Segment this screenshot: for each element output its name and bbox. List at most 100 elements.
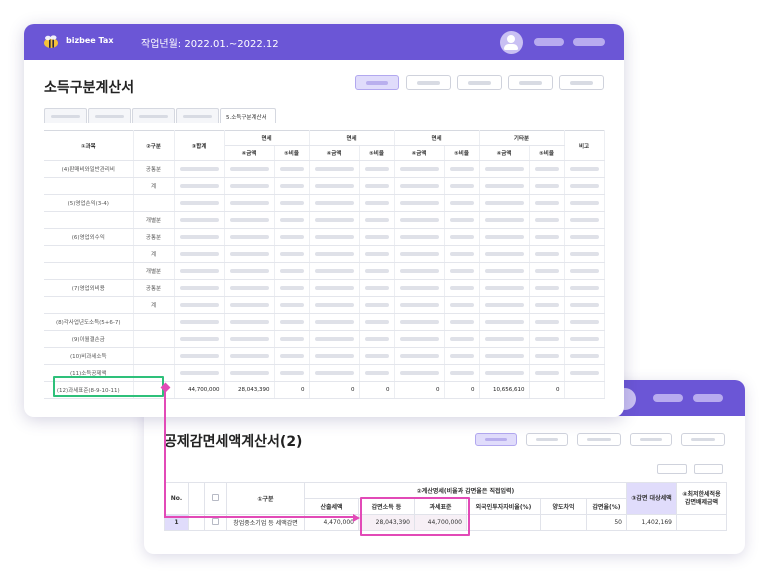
- value-cell[interactable]: [224, 262, 275, 280]
- value-cell[interactable]: [394, 296, 445, 314]
- value-cell[interactable]: [529, 313, 565, 331]
- value-cell[interactable]: [274, 347, 310, 365]
- value-cell[interactable]: [274, 228, 310, 246]
- value-cell[interactable]: [479, 228, 530, 246]
- value-cell[interactable]: [174, 160, 225, 178]
- value-cell[interactable]: [309, 262, 360, 280]
- value-cell[interactable]: [224, 313, 275, 331]
- value-cell[interactable]: [564, 245, 605, 263]
- value-cell[interactable]: [224, 347, 275, 365]
- value-cell[interactable]: [479, 364, 530, 382]
- value-cell[interactable]: [174, 228, 225, 246]
- value-cell[interactable]: [224, 245, 275, 263]
- value-cell[interactable]: [394, 160, 445, 178]
- value-cell[interactable]: [309, 160, 360, 178]
- table-row[interactable]: 계: [44, 177, 605, 195]
- value-cell[interactable]: [359, 296, 395, 314]
- tab-2[interactable]: [88, 108, 131, 123]
- value-cell[interactable]: [359, 245, 395, 263]
- value-cell[interactable]: [174, 330, 225, 348]
- row-ratio-3[interactable]: 0: [444, 381, 480, 399]
- value-cell[interactable]: [274, 177, 310, 195]
- select-all-checkbox[interactable]: [212, 494, 219, 501]
- value-cell[interactable]: [359, 262, 395, 280]
- value-cell[interactable]: [394, 347, 445, 365]
- value-cell[interactable]: [274, 160, 310, 178]
- table-row[interactable]: 계: [44, 296, 605, 314]
- value-cell[interactable]: [564, 160, 605, 178]
- toolbar-button[interactable]: [559, 75, 604, 90]
- table-row[interactable]: (9)이월결손금: [44, 330, 605, 348]
- small-action-button[interactable]: [694, 464, 723, 474]
- value-cell[interactable]: [529, 160, 565, 178]
- value-cell[interactable]: [359, 160, 395, 178]
- value-cell[interactable]: [309, 330, 360, 348]
- row-reduction-target[interactable]: 1,402,169: [626, 514, 677, 531]
- row-amount-2[interactable]: 0: [309, 381, 360, 399]
- value-cell[interactable]: [564, 177, 605, 195]
- value-cell[interactable]: [564, 211, 605, 229]
- value-cell[interactable]: [174, 211, 225, 229]
- value-cell[interactable]: [564, 313, 605, 331]
- value-cell[interactable]: [529, 245, 565, 263]
- tab-income-classification[interactable]: 5.소득구분계산서: [220, 108, 276, 123]
- value-cell[interactable]: [479, 262, 530, 280]
- row-checkbox[interactable]: [212, 518, 219, 525]
- value-cell[interactable]: [394, 330, 445, 348]
- value-cell[interactable]: [479, 330, 530, 348]
- toolbar-button[interactable]: [526, 433, 568, 446]
- value-cell[interactable]: [309, 279, 360, 297]
- value-cell[interactable]: [444, 364, 480, 382]
- table-row[interactable]: (4)판매비와일반관리비 공통분: [44, 160, 605, 178]
- table-row[interactable]: (7)영업외비용 공통분: [44, 279, 605, 297]
- value-cell[interactable]: [224, 228, 275, 246]
- value-cell[interactable]: [444, 330, 480, 348]
- row-min-tax[interactable]: [676, 514, 727, 531]
- value-cell[interactable]: [564, 364, 605, 382]
- value-cell[interactable]: [529, 177, 565, 195]
- toolbar-button[interactable]: [475, 433, 517, 446]
- value-cell[interactable]: [529, 211, 565, 229]
- value-cell[interactable]: [174, 364, 225, 382]
- value-cell[interactable]: [174, 262, 225, 280]
- value-cell[interactable]: [394, 279, 445, 297]
- value-cell[interactable]: [274, 279, 310, 297]
- value-cell[interactable]: [359, 347, 395, 365]
- value-cell[interactable]: [274, 364, 310, 382]
- value-cell[interactable]: [359, 177, 395, 195]
- value-cell[interactable]: [529, 330, 565, 348]
- value-cell[interactable]: [359, 313, 395, 331]
- value-cell[interactable]: [444, 228, 480, 246]
- value-cell[interactable]: [444, 194, 480, 212]
- value-cell[interactable]: [444, 160, 480, 178]
- user-avatar-icon[interactable]: [500, 31, 523, 54]
- value-cell[interactable]: [359, 228, 395, 246]
- value-cell[interactable]: [224, 211, 275, 229]
- value-cell[interactable]: [479, 279, 530, 297]
- toolbar-button[interactable]: [406, 75, 451, 90]
- value-cell[interactable]: [359, 364, 395, 382]
- value-cell[interactable]: [444, 211, 480, 229]
- value-cell[interactable]: [174, 245, 225, 263]
- value-cell[interactable]: [174, 194, 225, 212]
- value-cell[interactable]: [224, 194, 275, 212]
- toolbar-button[interactable]: [508, 75, 553, 90]
- value-cell[interactable]: [309, 347, 360, 365]
- header-menu-placeholder[interactable]: [653, 394, 683, 402]
- value-cell[interactable]: [444, 296, 480, 314]
- value-cell[interactable]: [529, 296, 565, 314]
- row-foreign-ratio[interactable]: [466, 514, 541, 531]
- value-cell[interactable]: [394, 177, 445, 195]
- value-cell[interactable]: [479, 160, 530, 178]
- table-row[interactable]: (10)비과세소득: [44, 347, 605, 365]
- value-cell[interactable]: [394, 364, 445, 382]
- value-cell[interactable]: [274, 245, 310, 263]
- header-menu-placeholder[interactable]: [573, 38, 605, 46]
- header-menu-placeholder[interactable]: [693, 394, 723, 402]
- value-cell[interactable]: [529, 364, 565, 382]
- table-row[interactable]: (5)영업손익(3-4): [44, 194, 605, 212]
- header-menu-placeholder[interactable]: [534, 38, 564, 46]
- value-cell[interactable]: [174, 177, 225, 195]
- value-cell[interactable]: [224, 177, 275, 195]
- value-cell[interactable]: [309, 364, 360, 382]
